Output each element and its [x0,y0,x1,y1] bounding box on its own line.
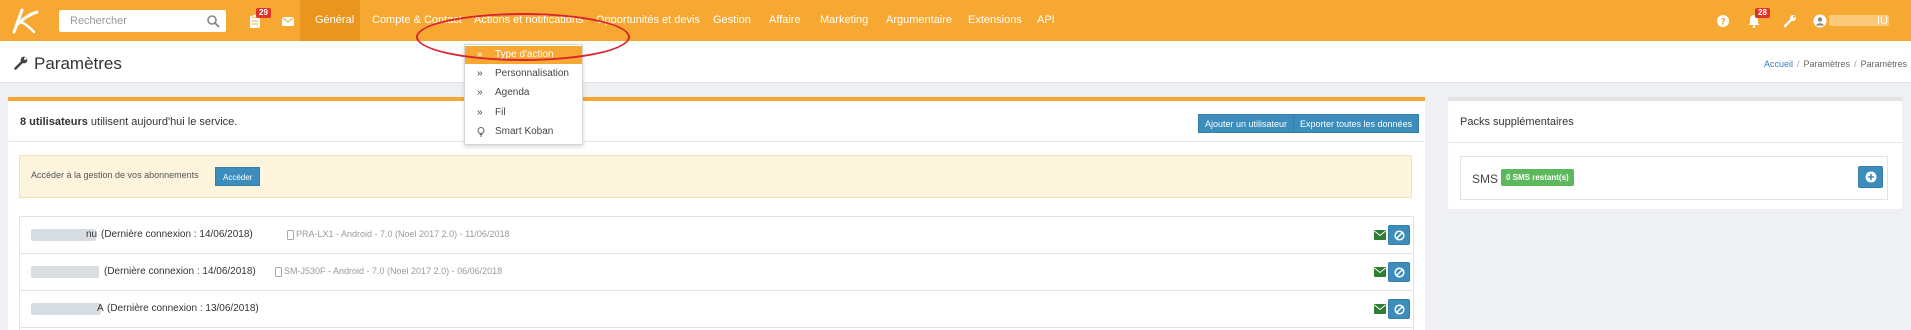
disable-user-button[interactable] [1388,299,1410,319]
menu-argumentaire[interactable]: Argumentaire [886,0,952,41]
user-name-tail: A [97,303,104,314]
last-connection: (Dernière connexion : 14/06/2018) [101,229,253,240]
mobile-icon [287,230,294,240]
breadcrumb-home[interactable]: Accueil [1764,59,1793,69]
menu-api[interactable]: API [1037,0,1055,41]
mobile-icon [275,267,282,277]
dropdown-item-label: Smart Koban [495,126,554,137]
menu-opportunites-devis[interactable]: Opportunités et devis [596,0,700,41]
breadcrumb: Accueil / Paramètres / Paramètres [1764,59,1908,69]
side-panel-title: Packs supplémentaires [1460,116,1574,128]
plus-circle-icon [1865,171,1877,183]
disable-user-button[interactable] [1388,262,1410,282]
menu-marketing[interactable]: Marketing [820,0,868,41]
users-panel: 8 utilisateurs utilisent aujourd'hui le … [8,97,1425,330]
access-button[interactable]: Accéder [215,167,261,186]
users-suffix: utilisent aujourd'hui le service. [87,116,238,128]
dropdown-item-agenda[interactable]: » Agenda [465,84,582,102]
alert-text: Accéder à la gestion de vos abonnements [31,170,199,180]
dropdown-item-label: Fil [495,107,506,118]
menu-affaire[interactable]: Affaire [769,0,801,41]
user-name-tail: nu [86,229,98,240]
double-chevron-right-icon: » [477,49,483,60]
menu-compte-contact[interactable]: Compte & Contact [372,0,462,41]
envelope-icon[interactable] [1374,267,1386,277]
device-info: PRA-LX1 - Android - 7.0 (Noel 2017 2.0) … [296,229,510,239]
divider [1448,142,1902,143]
extra-packs-panel: Packs supplémentaires SMS 0 SMS restant(… [1448,97,1902,209]
add-sms-button[interactable] [1858,166,1883,188]
ban-icon [1394,304,1405,315]
sms-label: SMS [1472,172,1499,186]
envelope-icon[interactable] [280,13,296,29]
disable-user-button[interactable] [1388,225,1410,245]
double-chevron-right-icon: » [477,68,483,79]
search-input[interactable] [59,10,199,32]
dropdown-item-smart-koban[interactable]: Smart Koban [465,123,582,141]
user-list: nu (Dernière connexion : 14/06/2018) PRA… [19,216,1414,330]
dropdown-item-type-action[interactable]: » Type d'action [465,46,582,64]
user-name-redacted [31,266,99,278]
last-connection: (Dernière connexion : 13/06/2018) [107,303,259,314]
export-data-button[interactable]: Exporter toutes les données [1293,114,1420,133]
page-header: Paramètres Accueil / Paramètres / Paramètres [0,41,1911,83]
double-chevron-right-icon: » [477,87,483,98]
dropdown-item-label: Type d'action [495,49,554,60]
breadcrumb-item[interactable]: Paramètres [1804,59,1851,69]
dropdown-item-label: Personnalisation [495,68,569,79]
user-row: A (Dernière connexion : 13/06/2018) [20,291,1413,328]
help-icon[interactable]: ? [1715,13,1731,29]
envelope-icon[interactable] [1374,230,1386,240]
user-row: nu (Dernière connexion : 14/06/2018) PRA… [20,217,1413,254]
ban-icon [1394,230,1405,241]
menu-actions-notifications[interactable]: Actions et notifications [474,0,583,41]
lightbulb-icon [477,127,485,137]
add-user-button[interactable]: Ajouter un utilisateur [1198,114,1295,133]
ban-icon [1394,267,1405,278]
last-connection: (Dernière connexion : 14/06/2018) [104,266,256,277]
dropdown-item-label: Agenda [495,87,530,98]
user-name-redacted [31,303,101,315]
svg-text:?: ? [1720,18,1725,28]
wrench-icon [14,56,28,70]
menu-gestion[interactable]: Gestion [713,0,751,41]
user-name[interactable]: IU [1877,15,1888,27]
menu-extensions[interactable]: Extensions [968,0,1022,41]
dropdown-item-personnalisation[interactable]: » Personnalisation [465,65,582,83]
users-summary: 8 utilisateurs utilisent aujourd'hui le … [20,116,237,128]
koban-logo-icon[interactable] [8,6,40,36]
search-icon[interactable] [206,14,220,28]
user-avatar-icon[interactable] [1813,14,1827,28]
subscription-alert: Accéder à la gestion de vos abonnements … [19,155,1412,198]
page-title: Paramètres [34,54,122,73]
actions-notifications-dropdown: » Type d'action » Personnalisation » Age… [464,44,583,145]
envelope-icon[interactable] [1374,304,1386,314]
users-count: 8 utilisateurs [20,116,88,128]
menu-general[interactable]: Général [300,0,360,41]
top-navbar: 29 Général Compte & Contact Actions et n… [0,0,1911,41]
user-row: (Dernière connexion : 14/06/2018) SM-J53… [20,254,1413,291]
users-panel-header: 8 utilisateurs utilisent aujourd'hui le … [8,101,1425,142]
sms-remaining-badge: 0 SMS restant(s) [1501,169,1574,186]
search-box [59,10,226,32]
dropdown-item-fil[interactable]: » Fil [465,104,582,122]
notifications-badge: 28 [1755,8,1770,18]
tasks-badge: 29 [256,8,271,18]
sms-pack-box: SMS 0 SMS restant(s) [1460,156,1888,200]
breadcrumb-current: Paramètres [1860,59,1908,69]
double-chevron-right-icon: » [477,107,483,118]
wrench-icon[interactable] [1782,13,1798,29]
device-info: SM-J530F - Android - 7.0 (Noel 2017 2.0)… [284,266,503,276]
